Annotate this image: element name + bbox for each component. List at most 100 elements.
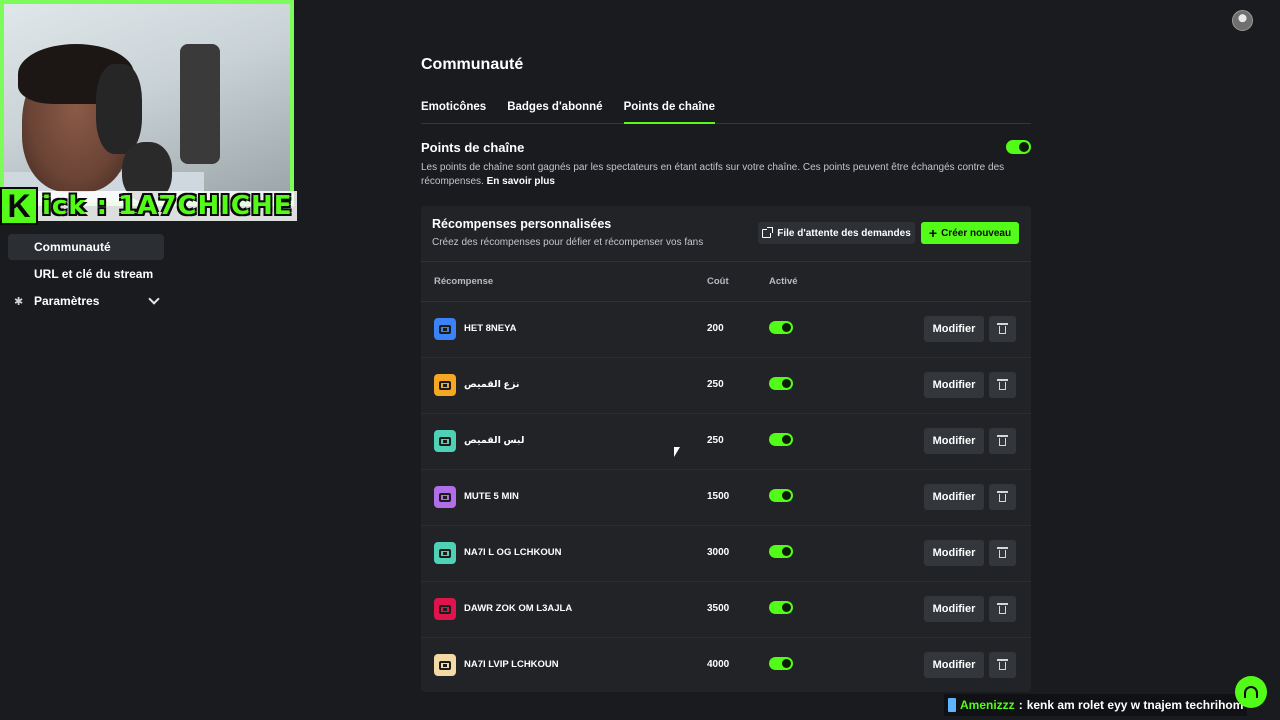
- reward-name: NA7I LVIP LCHKOUN: [464, 659, 559, 670]
- chest-glyph: [439, 660, 451, 670]
- create-new-button[interactable]: + Créer nouveau: [921, 222, 1019, 244]
- reward-name: نزع القميص: [464, 379, 520, 390]
- reward-name: لبس القميص: [464, 435, 525, 446]
- edit-reward-button[interactable]: Modifier: [924, 540, 984, 566]
- chat-separator: :: [1018, 698, 1023, 712]
- support-chat-button[interactable]: [1235, 676, 1267, 708]
- delete-reward-button[interactable]: [989, 652, 1016, 678]
- reward-active-toggle[interactable]: [769, 545, 793, 558]
- reward-active-toggle[interactable]: [769, 601, 793, 614]
- reward-chest-icon: [434, 374, 456, 396]
- reward-name: NA7I L OG LCHKOUN: [464, 547, 562, 558]
- external-link-icon: [762, 226, 774, 238]
- table-row: HET 8NEYA 200 Modifier: [421, 302, 1031, 358]
- reward-cost: 3500: [707, 603, 730, 614]
- delete-reward-button[interactable]: [989, 316, 1016, 342]
- edit-reward-button[interactable]: Modifier: [924, 316, 984, 342]
- headset-icon: [1244, 686, 1258, 698]
- trash-icon: [997, 603, 1008, 614]
- table-row: NA7I LVIP LCHKOUN 4000 Modifier: [421, 638, 1031, 694]
- trash-icon: [997, 491, 1008, 502]
- chat-overlay: Amenizzz : kenk am rolet eyy w tnajem te…: [944, 694, 1248, 716]
- chest-glyph: [439, 324, 451, 334]
- trash-icon: [997, 659, 1008, 670]
- tab-bar: Emoticônes Badges d'abonné Points de cha…: [421, 96, 1031, 124]
- chat-message: kenk am rolet eyy w tnajem techrihom: [1026, 698, 1244, 712]
- sidebar-item-community[interactable]: Communauté: [8, 234, 164, 260]
- edit-reward-button[interactable]: Modifier: [924, 372, 984, 398]
- user-avatar[interactable]: [1232, 10, 1253, 31]
- sidebar-item-settings[interactable]: ✱ Paramètres: [8, 288, 164, 314]
- webcam-chair: [180, 44, 220, 164]
- edit-reward-button[interactable]: Modifier: [924, 428, 984, 454]
- chat-badge-icon: [948, 698, 956, 712]
- reward-cost: 4000: [707, 659, 730, 670]
- rewards-table-body: HET 8NEYA 200 Modifier نزع القميص 250 Modifie…: [421, 302, 1031, 694]
- edit-reward-button[interactable]: Modifier: [924, 652, 984, 678]
- reward-name: DAWR ZOK OM L3AJLA: [464, 603, 573, 614]
- webcam-headset: [96, 64, 142, 154]
- streamer-tag: K ick : 1A7CHICHE: [0, 186, 300, 226]
- reward-name: MUTE 5 MIN: [464, 491, 519, 502]
- kick-logo-icon: K: [0, 187, 38, 225]
- reward-cost: 200: [707, 323, 724, 334]
- trash-icon: [997, 547, 1008, 558]
- reward-cost: 250: [707, 435, 724, 446]
- trash-icon: [997, 379, 1008, 390]
- delete-reward-button[interactable]: [989, 596, 1016, 622]
- reward-active-toggle[interactable]: [769, 433, 793, 446]
- section-description: Les points de chaîne sont gagnés par les…: [421, 161, 1011, 189]
- learn-more-link[interactable]: En savoir plus: [487, 176, 555, 187]
- request-queue-button[interactable]: File d'attente des demandes: [758, 222, 915, 244]
- reward-chest-icon: [434, 654, 456, 676]
- chest-glyph: [439, 436, 451, 446]
- rewards-title: Récompenses personnalisées: [432, 217, 612, 231]
- channel-points-toggle[interactable]: [1006, 140, 1031, 154]
- reward-active-toggle[interactable]: [769, 321, 793, 334]
- plus-icon: +: [928, 225, 938, 241]
- rewards-table-header: Récompense Coût Activé: [421, 262, 1031, 302]
- column-reward: Récompense: [434, 276, 494, 287]
- tab-emotes[interactable]: Emoticônes: [421, 96, 486, 124]
- table-row: DAWR ZOK OM L3AJLA 3500 Modifier: [421, 582, 1031, 638]
- reward-cost: 250: [707, 379, 724, 390]
- reward-active-toggle[interactable]: [769, 489, 793, 502]
- delete-reward-button[interactable]: [989, 540, 1016, 566]
- chest-glyph: [439, 492, 451, 502]
- sidebar-item-label: Communauté: [34, 240, 111, 254]
- section-title: Points de chaîne: [421, 140, 525, 155]
- create-new-label: Créer nouveau: [941, 227, 1012, 239]
- trash-icon: [997, 435, 1008, 446]
- delete-reward-button[interactable]: [989, 372, 1016, 398]
- table-row: لبس القميص 250 Modifier: [421, 414, 1031, 470]
- edit-reward-button[interactable]: Modifier: [924, 484, 984, 510]
- reward-chest-icon: [434, 430, 456, 452]
- reward-active-toggle[interactable]: [769, 377, 793, 390]
- reward-cost: 3000: [707, 547, 730, 558]
- tab-channel-points[interactable]: Points de chaîne: [623, 96, 715, 124]
- request-queue-label: File d'attente des demandes: [777, 227, 911, 239]
- delete-reward-button[interactable]: [989, 484, 1016, 510]
- reward-chest-icon: [434, 598, 456, 620]
- reward-active-toggle[interactable]: [769, 657, 793, 670]
- edit-reward-button[interactable]: Modifier: [924, 596, 984, 622]
- reward-name: HET 8NEYA: [464, 323, 517, 334]
- page-title: Communauté: [421, 56, 524, 73]
- chest-glyph: [439, 604, 451, 614]
- sidebar: Communauté URL et clé du stream ✱ Paramè…: [8, 234, 164, 315]
- streamer-name-tag: ick : 1A7CHICHE: [38, 191, 297, 221]
- trash-icon: [997, 323, 1008, 334]
- sidebar-item-label: URL et clé du stream: [34, 267, 154, 281]
- chevron-down-icon[interactable]: [148, 293, 160, 305]
- webcam-overlay: [0, 0, 294, 206]
- delete-reward-button[interactable]: [989, 428, 1016, 454]
- rewards-card-header: Récompenses personnalisées Créez des réc…: [421, 206, 1031, 262]
- mouse-cursor: [674, 447, 680, 457]
- table-row: نزع القميص 250 Modifier: [421, 358, 1031, 414]
- column-active: Activé: [769, 276, 798, 287]
- chest-glyph: [439, 380, 451, 390]
- tab-sub-badges[interactable]: Badges d'abonné: [507, 96, 602, 124]
- sidebar-item-stream-url-key[interactable]: URL et clé du stream: [8, 261, 164, 287]
- chest-glyph: [439, 548, 451, 558]
- chat-username: Amenizzz: [960, 698, 1015, 712]
